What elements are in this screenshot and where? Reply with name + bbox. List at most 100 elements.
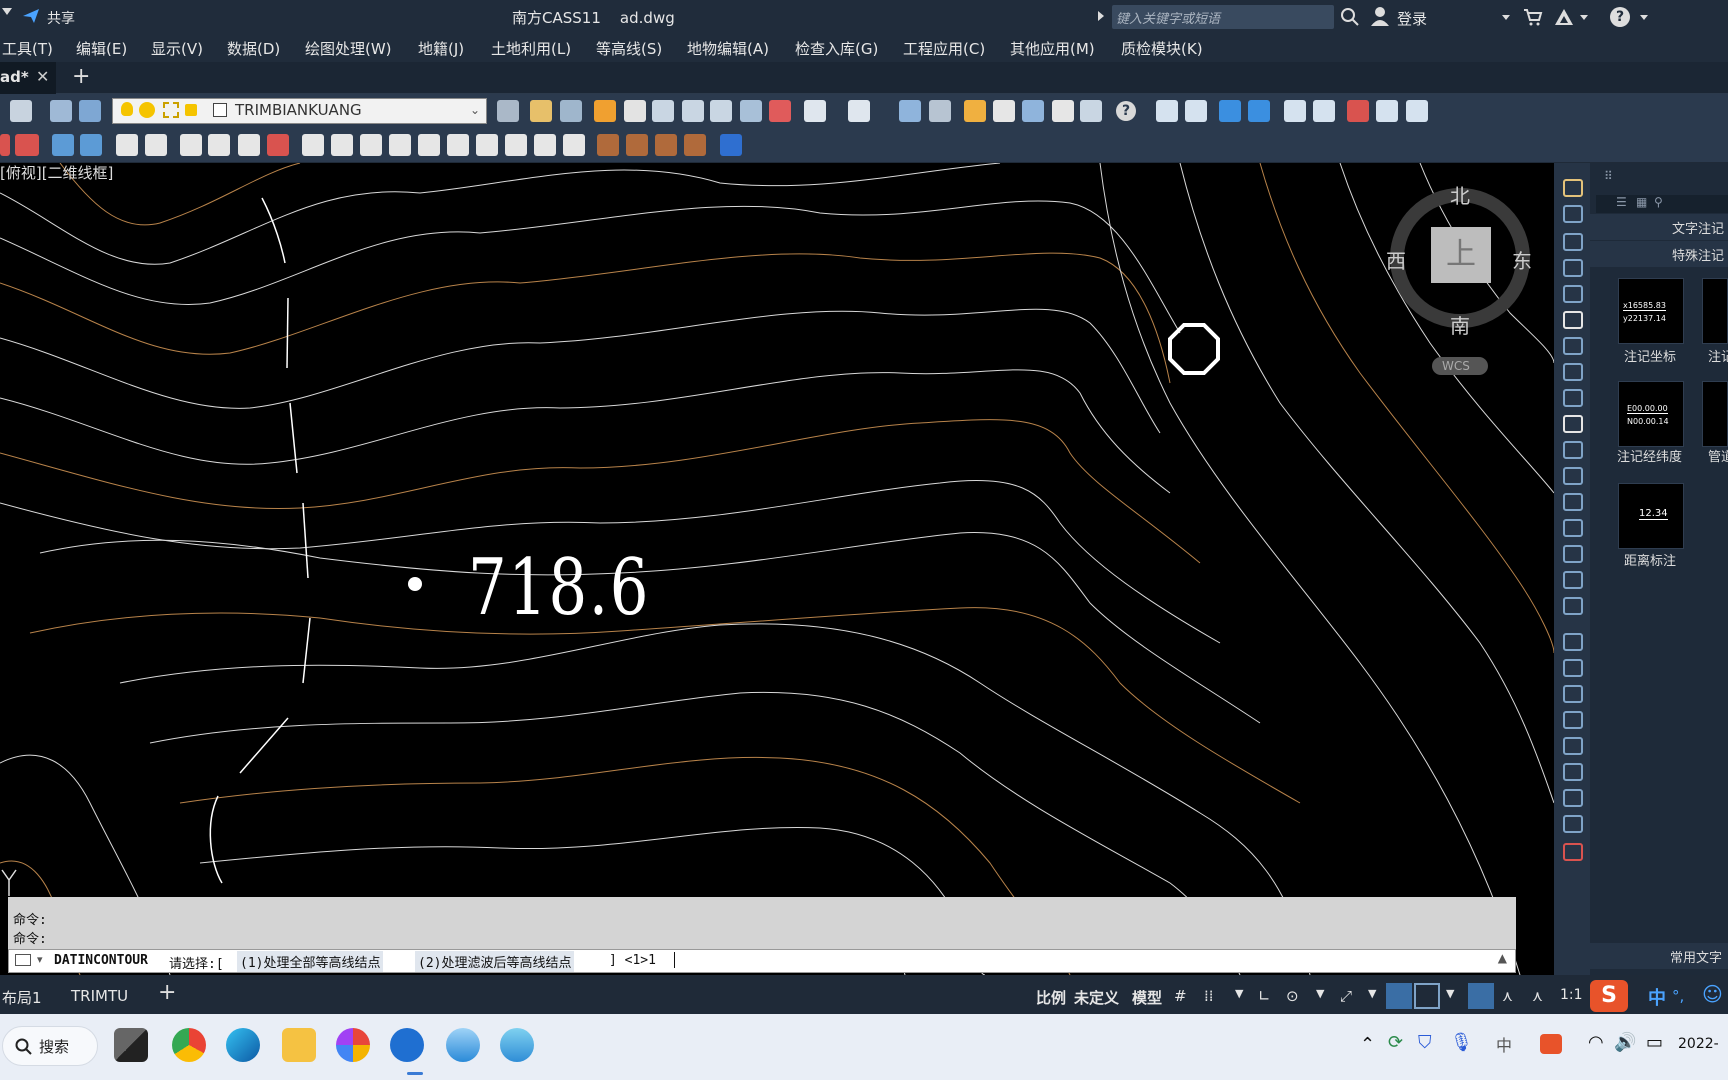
annotation-scale-value[interactable]: 1:1 bbox=[1560, 987, 1583, 1003]
annotation-tool-label[interactable]: 距离标注 bbox=[1624, 550, 1676, 569]
share-label[interactable]: 共享 bbox=[47, 8, 75, 28]
sogou-ime-icon[interactable]: S bbox=[1590, 980, 1628, 1012]
cloud-icon[interactable] bbox=[1248, 100, 1270, 122]
grid-icon[interactable]: # bbox=[1174, 987, 1187, 1005]
edge-icon[interactable] bbox=[226, 1028, 260, 1062]
chevron-down-icon[interactable]: ▼ bbox=[1368, 987, 1376, 1000]
layer-manager-icon[interactable] bbox=[50, 100, 72, 122]
annotation-tool-thumb[interactable]: E00.00.00 N00.00.14 bbox=[1618, 381, 1684, 447]
erase-icon[interactable] bbox=[1563, 179, 1583, 197]
annotation-tool-label[interactable]: 管道 bbox=[1708, 446, 1728, 465]
cass-tool-icon[interactable] bbox=[597, 134, 619, 156]
extend-icon[interactable] bbox=[1080, 100, 1102, 122]
properties-icon[interactable] bbox=[899, 100, 921, 122]
annotation-visibility-icon[interactable] bbox=[1468, 983, 1494, 1009]
copy-icon[interactable] bbox=[1563, 711, 1583, 729]
a360-icon[interactable] bbox=[1553, 7, 1575, 27]
cloud-icon[interactable] bbox=[1219, 100, 1241, 122]
viewcube-face[interactable]: 上 bbox=[1431, 227, 1491, 283]
cass-tool-icon[interactable] bbox=[145, 134, 167, 156]
app-menu-chevron-icon[interactable] bbox=[2, 8, 12, 15]
polar-tracking-icon[interactable]: ⊙ bbox=[1286, 987, 1299, 1005]
search-box[interactable]: 搜索 bbox=[2, 1026, 98, 1066]
elevation-point[interactable] bbox=[408, 577, 422, 591]
mirror-icon[interactable] bbox=[1563, 233, 1583, 251]
annotation-tool-thumb[interactable]: x16585.83 y22137.14 bbox=[1618, 278, 1684, 344]
dynamic-input-icon[interactable] bbox=[1414, 983, 1440, 1009]
menu-engineering[interactable]: 工程应用(C) bbox=[903, 38, 985, 59]
app-icon[interactable] bbox=[446, 1028, 480, 1062]
command-menu-chevron-icon[interactable]: ▾ bbox=[37, 953, 43, 966]
move-icon[interactable] bbox=[993, 100, 1015, 122]
annotation-tool-label[interactable]: 注记经纬度 bbox=[1617, 446, 1682, 465]
cass-tool-icon[interactable] bbox=[389, 134, 411, 156]
zoom-previous-icon[interactable] bbox=[740, 100, 762, 122]
eraser-icon[interactable] bbox=[1563, 843, 1583, 861]
spline-icon[interactable] bbox=[1563, 737, 1583, 755]
regen-icon[interactable] bbox=[769, 100, 791, 122]
punctuation-icon[interactable]: °, bbox=[1672, 987, 1684, 1005]
dropdown-icon[interactable] bbox=[1502, 15, 1510, 20]
layout-tab[interactable]: 布局1 bbox=[2, 987, 42, 1008]
cass-tool-icon[interactable] bbox=[1347, 100, 1369, 122]
panel-tab-text[interactable]: 文字注记 bbox=[1590, 214, 1728, 240]
break-icon[interactable] bbox=[1563, 467, 1583, 485]
cass-tool-icon[interactable] bbox=[360, 134, 382, 156]
wifi-icon[interactable]: ◠ bbox=[1588, 1032, 1604, 1053]
menu-other[interactable]: 其他应用(M) bbox=[1010, 38, 1095, 59]
save-icon[interactable] bbox=[560, 100, 582, 122]
design-center-icon[interactable] bbox=[929, 100, 951, 122]
login-label[interactable]: 登录 bbox=[1397, 8, 1427, 29]
open-folder-icon[interactable] bbox=[530, 100, 552, 122]
menu-land-use[interactable]: 土地利用(L) bbox=[491, 38, 571, 59]
menu-display[interactable]: 显示(V) bbox=[151, 38, 203, 59]
cass-tool-icon[interactable] bbox=[1185, 100, 1207, 122]
trim-icon[interactable] bbox=[1052, 100, 1074, 122]
settings-gear-icon[interactable] bbox=[720, 134, 742, 156]
zoom-window-icon[interactable] bbox=[682, 100, 704, 122]
dropdown-icon[interactable] bbox=[1580, 15, 1588, 20]
measure-icon[interactable] bbox=[1563, 685, 1583, 703]
ime-mode-icon[interactable]: 中 bbox=[1648, 984, 1666, 1010]
menu-edit[interactable]: 编辑(E) bbox=[76, 38, 127, 59]
menu-contour[interactable]: 等高线(S) bbox=[596, 38, 662, 59]
object-snap-tracking-icon[interactable]: ⤢ bbox=[1340, 987, 1352, 1005]
layer-icon[interactable] bbox=[1563, 633, 1583, 651]
cass-tool-icon[interactable] bbox=[238, 134, 260, 156]
list-view-icon[interactable]: ☰ bbox=[1616, 195, 1627, 209]
new-tab-icon[interactable]: + bbox=[72, 64, 90, 89]
task-view-icon[interactable] bbox=[114, 1028, 148, 1062]
explode-icon[interactable] bbox=[1563, 597, 1583, 615]
image-icon[interactable] bbox=[1563, 789, 1583, 807]
trim-icon[interactable] bbox=[1563, 415, 1583, 433]
toolbar-icon[interactable] bbox=[10, 100, 32, 122]
command-icon[interactable] bbox=[15, 954, 31, 966]
volume-icon[interactable]: 🔊 bbox=[1614, 1032, 1636, 1053]
grid-view-icon[interactable]: ▦ bbox=[1636, 195, 1647, 209]
close-tab-icon[interactable]: ✕ bbox=[36, 67, 49, 86]
menu-tools[interactable]: 工具(T) bbox=[2, 38, 53, 59]
stretch-icon[interactable] bbox=[1563, 389, 1583, 407]
chrome-icon[interactable] bbox=[172, 1028, 206, 1062]
photos-icon[interactable] bbox=[336, 1028, 370, 1062]
layer-states-icon[interactable] bbox=[79, 100, 101, 122]
command-option-1[interactable]: (1)处理全部等高线结点 bbox=[237, 951, 384, 972]
clock-date[interactable]: 2022- bbox=[1678, 1036, 1719, 1052]
layout-tab[interactable]: TRIMTU bbox=[71, 987, 128, 1005]
chevron-down-icon[interactable]: ▼ bbox=[1446, 987, 1454, 1000]
viewcube-south[interactable]: 南 bbox=[1450, 310, 1470, 339]
cass-app-icon[interactable] bbox=[390, 1028, 424, 1062]
zoom-extents-icon[interactable] bbox=[710, 100, 732, 122]
cass-tool-icon[interactable] bbox=[80, 134, 102, 156]
annotation-scale-icon[interactable]: ⋏ bbox=[1532, 987, 1543, 1005]
3d-view-icon[interactable] bbox=[15, 134, 39, 156]
chevron-down-icon[interactable]: ▼ bbox=[1235, 987, 1243, 1000]
pencil-icon[interactable] bbox=[964, 100, 986, 122]
dropdown-icon[interactable] bbox=[1640, 15, 1648, 20]
panel-tab-common-text[interactable]: 常用文字 bbox=[1590, 943, 1728, 969]
block-icon[interactable] bbox=[1563, 815, 1583, 833]
ortho-icon[interactable]: ∟ bbox=[1258, 987, 1271, 1005]
cass-tool-icon[interactable] bbox=[116, 134, 138, 156]
emoji-icon[interactable]: ☺ bbox=[1702, 982, 1723, 1006]
fillet-icon[interactable] bbox=[1563, 571, 1583, 589]
